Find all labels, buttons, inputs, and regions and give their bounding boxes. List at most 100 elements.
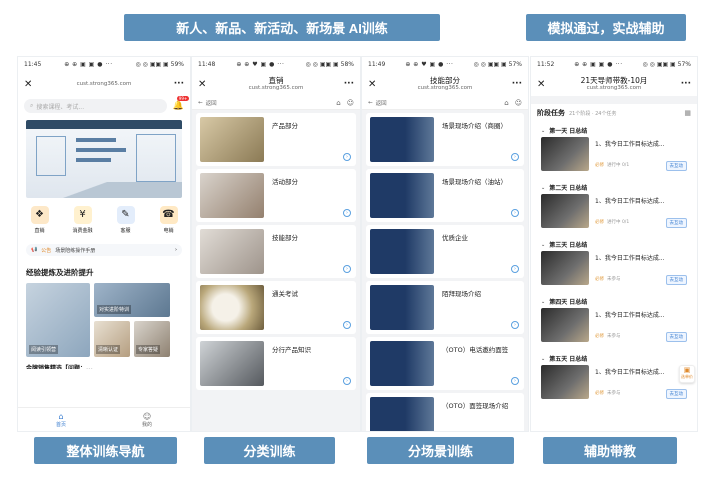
task-item[interactable]: 1、我今日工作目标达成... 必修 进行中 0/1 去互动 [541,194,687,234]
category-label: 客服 [120,228,131,234]
day-header[interactable]: ⌄ 第五天 日总结 [541,352,687,365]
card-label: （OTO）面签现场介绍 [442,402,509,410]
scene-card[interactable]: 优质企业 › [366,225,524,278]
floating-button[interactable]: ▣ 选单价 [679,365,695,383]
tile[interactable]: 清晰认证 [94,321,130,357]
more-icon[interactable]: ··· [510,79,522,89]
chevron-right-icon[interactable]: › [511,209,519,217]
home-icon[interactable]: ⌂ [504,99,508,107]
chevron-right-icon[interactable]: › [511,377,519,385]
user-icon[interactable]: ☺ [515,99,522,107]
chevron-right-icon[interactable]: › [511,321,519,329]
phone-home: 11:45 ⊕ ⊕ ▣ ▣ ● ··· ◎ ◎ ▣▣ ▣ 59% ✕ cust.str… [17,56,191,432]
interact-button[interactable]: 去互动 [665,218,687,228]
url-text: cust.strong365.com [248,85,304,91]
scene-card[interactable]: （OTO）面签现场介绍› [366,393,524,431]
category-item[interactable]: ¥ 消费金融 [66,206,100,234]
tile[interactable]: 阅读引领营 [26,283,90,357]
category-item[interactable]: ✎ 客服 [109,206,143,234]
tab-home[interactable]: ⌂ 首页 [56,412,66,428]
scene-card[interactable]: （OTO）电话邀约面签 › [366,337,524,390]
category-card[interactable]: 技能部分 › [196,225,356,278]
tile[interactable]: 专家答疑 [134,321,170,357]
day-title: 第五天 日总结 [549,356,588,363]
close-icon[interactable]: ✕ [24,79,36,90]
chevron-right-icon[interactable]: › [343,153,351,161]
task-meta: 必修 未参与 [595,276,621,282]
task-thumbnail [541,251,589,285]
section-partial: 金牌销售精选【问题：... [26,365,93,369]
day-section: ⌄ 第三天 日总结 1、我今日工作目标达成... 必修 未参与 去互动 [537,236,691,293]
close-icon[interactable]: ✕ [537,79,549,90]
scene-card[interactable]: 场景现场介绍（油站） › [366,169,524,222]
card-thumbnail [200,173,264,218]
card-thumbnail [200,229,264,274]
home-icon[interactable]: ⌂ [336,99,340,107]
day-header[interactable]: ⌄ 第四天 日总结 [541,295,687,308]
task-item[interactable]: 1、我今日工作目标达成... 必修 未参与 去互动 [541,308,687,348]
close-icon[interactable]: ✕ [368,79,380,90]
task-item[interactable]: 1、我今日工作目标达成... 必修 未参与 去互动 [541,365,687,405]
status-icons: ⊕ ⊕ ♥ ▣ ● ··· [236,61,285,68]
day-header[interactable]: ⌄ 第二天 日总结 [541,181,687,194]
tab-mine[interactable]: ☺ 我的 [142,412,152,428]
back-label[interactable]: 返回 [206,99,217,107]
more-icon[interactable]: ··· [679,79,691,89]
card-thumbnail [370,397,434,431]
phone-category: 11:48 ⊕ ⊕ ♥ ▣ ● ··· ◎ ◎ ▣▣ ▣ 58% ✕ 直销 cust.s… [191,56,361,432]
task-title: 1、我今日工作目标达成... [595,369,665,376]
grid-icon[interactable]: ▦ [684,109,691,117]
category-card[interactable]: 通关考试 › [196,281,356,334]
chevron-right-icon[interactable]: › [343,265,351,273]
day-title: 第四天 日总结 [549,299,588,306]
notice-bar[interactable]: 📢 公告 场景陪练操作手册 › [26,244,182,256]
search-placeholder: 搜索课程、考试... [36,103,85,111]
interact-button[interactable]: 去互动 [665,389,687,399]
page-title: 21天导师带教-10月 [580,75,648,85]
task-tag: 必修 [595,163,604,168]
chevron-right-icon[interactable]: › [343,377,351,385]
card-thumbnail [370,173,434,218]
task-item[interactable]: 1、我今日工作目标达成... 必修 进行中 0/1 去互动 [541,137,687,177]
status-right: ◎ ◎ ▣▣ ▣ 57% [642,61,691,68]
card-label: 优质企业 [442,234,468,242]
category-card[interactable]: 产品部分 › [196,113,356,166]
app-bar: ✕ 21天导师带教-10月 cust.strong365.com ··· [531,72,697,96]
category-icon: ☎ [159,206,178,224]
scene-card[interactable]: 场景现场介绍（商圈） › [366,113,524,166]
user-icon[interactable]: ☺ [347,99,354,107]
status-bar: 11:48 ⊕ ⊕ ♥ ▣ ● ··· ◎ ◎ ▣▣ ▣ 58% [192,57,360,72]
search-input[interactable]: ⌕ 搜索课程、考试... [24,99,167,113]
category-label: 直销 [34,228,45,234]
tile[interactable]: 对实进阶特训 [94,283,170,317]
category-card[interactable]: 分行产品知识 › [196,337,356,390]
more-icon[interactable]: ··· [172,79,184,89]
day-header[interactable]: ⌄ 第三天 日总结 [541,238,687,251]
tile-pair: 清晰认证 专家答疑 [94,321,170,357]
task-item[interactable]: 1、我今日工作目标达成... 必修 未参与 去互动 [541,251,687,291]
back-label[interactable]: 返回 [376,99,387,107]
category-card[interactable]: 活动部分 › [196,169,356,222]
close-icon[interactable]: ✕ [198,79,210,90]
task-tag: 必修 [595,277,604,282]
chevron-right-icon[interactable]: › [343,209,351,217]
day-header[interactable]: ⌄ 第一天 日总结 [541,124,687,137]
chevron-right-icon[interactable]: › [343,321,351,329]
interact-button[interactable]: 去互动 [665,275,687,285]
chevron-right-icon[interactable]: › [511,153,519,161]
more-icon[interactable]: ··· [342,79,354,89]
task-progress: 0/1 [621,163,630,168]
interact-button[interactable]: 去互动 [665,332,687,342]
scene-card[interactable]: 陌拜现场介绍 › [366,281,524,334]
nav-bar: ← 返回 ⌂ ☺ [362,96,528,110]
chevron-right-icon[interactable]: › [511,265,519,273]
back-icon[interactable]: ← [368,100,373,106]
status-bar: 11:49 ⊕ ⊕ ♥ ▣ ● ··· ◎ ◎ ▣▣ ▣ 57% [362,57,528,72]
category-item[interactable]: ☎ 电销 [152,206,186,234]
interact-button[interactable]: 去互动 [665,161,687,171]
hero-bar [76,158,111,162]
back-icon[interactable]: ← [198,100,203,106]
notification-icon[interactable]: 🔔 99+ [173,96,190,111]
hero-banner[interactable] [26,120,182,198]
category-item[interactable]: ❖ 直销 [23,206,57,234]
